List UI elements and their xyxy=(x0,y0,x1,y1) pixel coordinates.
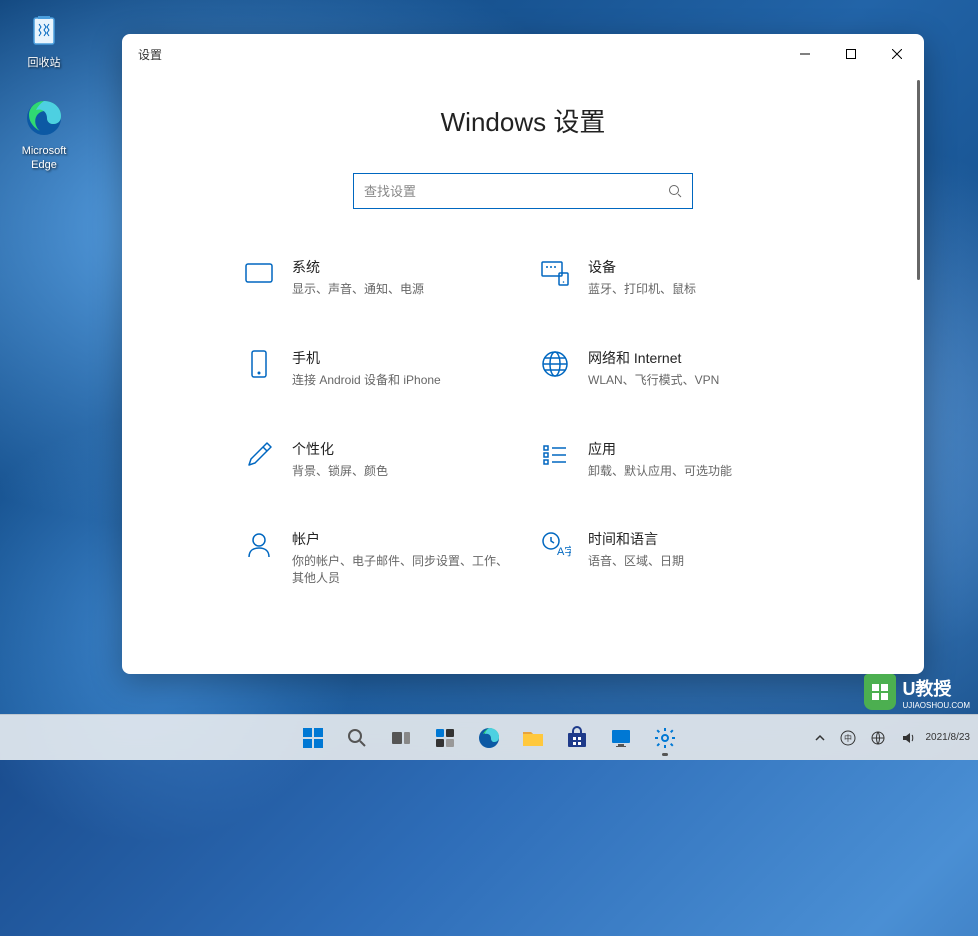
category-title: 网络和 Internet xyxy=(588,348,804,368)
desktop-icon-label: 回收站 xyxy=(10,56,78,70)
apps-icon xyxy=(538,439,572,473)
category-time[interactable]: A字 时间和语言语音、区域、日期 xyxy=(538,529,804,587)
taskbar-tray: 中 2021/8/23 xyxy=(810,726,971,750)
category-desc: 语音、区域、日期 xyxy=(588,553,804,570)
category-desc: 蓝牙、打印机、鼠标 xyxy=(588,281,804,298)
maximize-button[interactable] xyxy=(828,38,874,70)
category-system[interactable]: 系统显示、声音、通知、电源 xyxy=(242,257,508,298)
tray-chevron-icon[interactable] xyxy=(810,728,830,748)
category-desc: 连接 Android 设备和 iPhone xyxy=(292,372,508,389)
phone-icon xyxy=(242,348,276,382)
search-icon xyxy=(668,184,682,198)
taskbar-search[interactable] xyxy=(337,718,377,758)
time-language-icon: A字 xyxy=(538,529,572,563)
tray-ime-icon[interactable]: 中 xyxy=(836,726,860,750)
shield-icon xyxy=(864,674,896,710)
settings-window: 设置 Windows 设置 系统显示、声音、通知、电源 设备蓝牙、打印机、鼠标 xyxy=(122,34,924,674)
taskbar-store[interactable] xyxy=(557,718,597,758)
svg-text:A字: A字 xyxy=(557,544,571,558)
category-title: 个性化 xyxy=(292,439,508,459)
category-desc: WLAN、飞行模式、VPN xyxy=(588,372,804,389)
scrollbar[interactable] xyxy=(917,80,920,280)
category-devices[interactable]: 设备蓝牙、打印机、鼠标 xyxy=(538,257,804,298)
category-desc: 显示、声音、通知、电源 xyxy=(292,281,508,298)
taskbar-center xyxy=(293,718,685,758)
window-title: 设置 xyxy=(138,46,782,63)
recycle-bin-icon xyxy=(22,8,66,52)
category-desc: 卸载、默认应用、可选功能 xyxy=(588,463,804,480)
window-controls xyxy=(782,38,920,70)
svg-text:中: 中 xyxy=(844,733,852,743)
tray-network-icon[interactable] xyxy=(866,726,890,750)
tray-volume-icon[interactable] xyxy=(896,726,920,750)
category-title: 设备 xyxy=(588,257,804,277)
start-button[interactable] xyxy=(293,718,333,758)
category-phone[interactable]: 手机连接 Android 设备和 iPhone xyxy=(242,348,508,389)
watermark-text: U教授 xyxy=(902,675,970,701)
category-desc: 背景、锁屏、颜色 xyxy=(292,463,508,480)
titlebar[interactable]: 设置 xyxy=(122,34,924,74)
network-icon xyxy=(538,348,572,382)
system-icon xyxy=(242,257,276,291)
search-input[interactable] xyxy=(364,184,668,199)
devices-icon xyxy=(538,257,572,291)
category-title: 应用 xyxy=(588,439,804,459)
personalization-icon xyxy=(242,439,276,473)
category-title: 时间和语言 xyxy=(588,529,804,549)
category-desc: 你的帐户、电子邮件、同步设置、工作、其他人员 xyxy=(292,553,508,587)
minimize-button[interactable] xyxy=(782,38,828,70)
taskbar: 中 2021/8/23 xyxy=(0,714,978,760)
category-personalization[interactable]: 个性化背景、锁屏、颜色 xyxy=(242,439,508,480)
category-title: 帐户 xyxy=(292,529,508,549)
watermark: U教授 UJIAOSHOU.COM xyxy=(864,674,970,710)
category-network[interactable]: 网络和 Internet WLAN、飞行模式、VPN xyxy=(538,348,804,389)
watermark-subtext: UJIAOSHOU.COM xyxy=(902,701,970,710)
categories-grid: 系统显示、声音、通知、电源 设备蓝牙、打印机、鼠标 手机连接 Android 设… xyxy=(162,257,884,587)
taskbar-widgets[interactable] xyxy=(425,718,465,758)
tray-date[interactable]: 2021/8/23 xyxy=(926,732,971,743)
desktop-icon-recycle-bin[interactable]: 回收站 xyxy=(10,8,78,70)
accounts-icon xyxy=(242,529,276,563)
search-box[interactable] xyxy=(353,173,693,209)
window-content: Windows 设置 系统显示、声音、通知、电源 设备蓝牙、打印机、鼠标 手机连… xyxy=(122,74,924,674)
page-title: Windows 设置 xyxy=(162,102,884,139)
taskbar-settings[interactable] xyxy=(645,718,685,758)
desktop-icon-edge[interactable]: Microsoft Edge xyxy=(10,96,78,173)
taskbar-monitor[interactable] xyxy=(601,718,641,758)
category-accounts[interactable]: 帐户你的帐户、电子邮件、同步设置、工作、其他人员 xyxy=(242,529,508,587)
close-button[interactable] xyxy=(874,38,920,70)
taskbar-explorer[interactable] xyxy=(513,718,553,758)
category-title: 系统 xyxy=(292,257,508,277)
taskbar-taskview[interactable] xyxy=(381,718,421,758)
taskbar-edge[interactable] xyxy=(469,718,509,758)
edge-icon xyxy=(22,96,66,140)
category-title: 手机 xyxy=(292,348,508,368)
desktop-icon-label: Microsoft Edge xyxy=(10,144,78,173)
category-apps[interactable]: 应用卸载、默认应用、可选功能 xyxy=(538,439,804,480)
